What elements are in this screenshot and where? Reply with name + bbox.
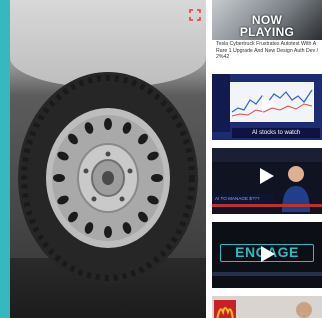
accent-bar <box>0 0 10 318</box>
video-thumbnail-mcdonalds[interactable] <box>212 296 322 318</box>
play-icon <box>260 168 274 184</box>
video-thumbnail-engage[interactable]: ENGAGE <box>212 222 322 288</box>
thumbnail-footer <box>212 272 322 276</box>
host-strip <box>212 74 230 132</box>
play-button[interactable] <box>258 94 278 114</box>
tire-graphic <box>18 72 198 284</box>
play-icon <box>262 96 276 112</box>
page: NOW PLAYING Tesla Cybertruck Frustrates … <box>0 0 322 318</box>
now-playing-label: NOW PLAYING <box>212 14 322 38</box>
play-button[interactable] <box>256 166 276 186</box>
video-banner: AI TO MANAGE $??? <box>212 194 274 204</box>
background-screens <box>212 148 322 162</box>
expand-button[interactable] <box>188 8 202 22</box>
tire-image <box>10 0 206 318</box>
video-thumbnail-ai-stocks[interactable]: AI stocks to watch <box>212 74 322 140</box>
now-playing-line2: PLAYING <box>239 25 295 39</box>
play-button[interactable] <box>257 244 277 264</box>
expand-icon <box>189 9 201 21</box>
main-video-player[interactable] <box>0 0 206 318</box>
play-icon <box>261 246 275 262</box>
now-playing-thumbnail[interactable]: NOW PLAYING Tesla Cybertruck Frustrates … <box>212 0 322 66</box>
related-videos-sidebar: NOW PLAYING Tesla Cybertruck Frustrates … <box>212 0 322 318</box>
mcdonalds-logo <box>212 296 322 318</box>
video-title: Tesla Cybertruck Frustrates Autotest Wit… <box>216 41 319 60</box>
video-title: AI stocks to watch <box>232 128 320 138</box>
video-thumbnail-ai-manage[interactable]: AI TO MANAGE $??? <box>212 148 322 214</box>
red-ticker-bar <box>212 204 322 207</box>
